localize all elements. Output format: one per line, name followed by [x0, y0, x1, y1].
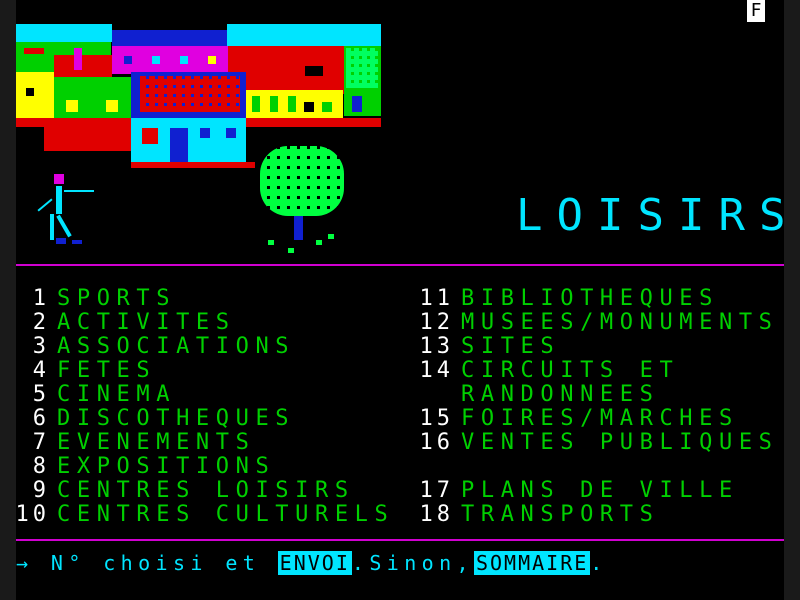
menu-number: 9: [32, 478, 50, 503]
menu-number: 13: [419, 334, 454, 359]
menu-item-evenements[interactable]: 7 EVENEMENTS: [10, 431, 255, 455]
menu-item-randonnees[interactable]: RANDONNEES: [404, 383, 659, 407]
mode-indicator: F: [747, 0, 765, 22]
menu-item-foires-marches[interactable]: 15 FOIRES/MARCHES: [404, 407, 739, 431]
menu-label: ASSOCIATIONS: [57, 334, 296, 359]
menu-number: 4: [32, 358, 50, 383]
prompt-separator: .Sinon,: [351, 551, 474, 575]
menu-label: FOIRES/MARCHES: [461, 406, 739, 431]
menu-number: 16: [419, 430, 454, 455]
menu-label: CINEMA: [57, 382, 177, 407]
menu-number: 10: [15, 502, 50, 527]
sommaire-key-button[interactable]: SOMMAIRE: [473, 551, 591, 575]
menu-item-centres-loisirs[interactable]: 9 CENTRES LOISIRS: [10, 479, 355, 503]
menu-item-fetes[interactable]: 4 FETES: [10, 359, 156, 383]
menu-label: BIBLIOTHEQUES: [461, 286, 719, 311]
menu-number: 12: [419, 310, 454, 335]
menu-label: RANDONNEES: [461, 382, 660, 407]
menu-number: 7: [32, 430, 50, 455]
menu-label: CENTRES CULTURELS: [57, 502, 395, 527]
prompt-end: .: [590, 551, 608, 575]
menu-label: PLANS DE VILLE: [461, 478, 739, 503]
top-divider: [16, 264, 784, 266]
menu-number: 3: [32, 334, 50, 359]
menu-number: 11: [419, 286, 454, 311]
menu-item-sports[interactable]: 1 SPORTS: [10, 287, 176, 311]
menu-item-associations[interactable]: 3 ASSOCIATIONS: [10, 335, 295, 359]
menu-item-plans-de-ville[interactable]: 17 PLANS DE VILLE: [404, 479, 739, 503]
menu-number: 17: [419, 478, 454, 503]
menu-item-discotheques[interactable]: 6 DISCOTHEQUES: [10, 407, 295, 431]
arrow-icon: →: [16, 551, 34, 575]
menu-item-expositions[interactable]: 8 EXPOSITIONS: [10, 455, 275, 479]
menu-label: DISCOTHEQUES: [57, 406, 296, 431]
menu-item-bibliotheques[interactable]: 11 BIBLIOTHEQUES: [404, 287, 719, 311]
menu-item-transports[interactable]: 18 TRANSPORTS: [404, 503, 659, 527]
menu-label: VENTES PUBLIQUES: [461, 430, 779, 455]
menu-number: 2: [32, 310, 50, 335]
menu-number: 15: [419, 406, 454, 431]
menu-label: EVENEMENTS: [57, 430, 256, 455]
menu-label: TRANSPORTS: [461, 502, 660, 527]
menu-number: 18: [419, 502, 454, 527]
menu-number: 5: [32, 382, 50, 407]
right-border: [784, 0, 800, 600]
menu-number: 8: [32, 454, 50, 479]
menu-number: 1: [32, 286, 50, 311]
menu-item-sites[interactable]: 13 SITES: [404, 335, 560, 359]
menu-item-musees-monuments[interactable]: 12 MUSEES/MONUMENTS: [404, 311, 779, 335]
menu-label: CIRCUITS ET: [461, 358, 680, 383]
envoi-key-button[interactable]: ENVOI: [277, 551, 352, 575]
prompt-text: N° choisi et: [50, 551, 261, 575]
menu-label: SITES: [461, 334, 561, 359]
page-title: LOISIRS: [516, 190, 800, 241]
menu-number: 6: [32, 406, 50, 431]
bottom-divider: [16, 539, 784, 541]
menu-label: EXPOSITIONS: [57, 454, 276, 479]
menu-label: CENTRES LOISIRS: [57, 478, 355, 503]
menu-item-cinema[interactable]: 5 CINEMA: [10, 383, 176, 407]
menu-item-activites[interactable]: 2 ACTIVITES: [10, 311, 236, 335]
menu-label: FETES: [57, 358, 157, 383]
menu-label: SPORTS: [57, 286, 177, 311]
menu-item-circuits[interactable]: 14 CIRCUITS ET: [404, 359, 679, 383]
menu-item-ventes-publiques[interactable]: 16 VENTES PUBLIQUES: [404, 431, 779, 455]
input-prompt: → N° choisi et ENVOI .Sinon, SOMMAIRE.: [16, 551, 608, 575]
menu-label: MUSEES/MONUMENTS: [461, 310, 779, 335]
menu-item-centres-culturels[interactable]: 10 CENTRES CULTURELS: [10, 503, 394, 527]
menu-label: ACTIVITES: [57, 310, 236, 335]
menu-number: 14: [419, 358, 454, 383]
